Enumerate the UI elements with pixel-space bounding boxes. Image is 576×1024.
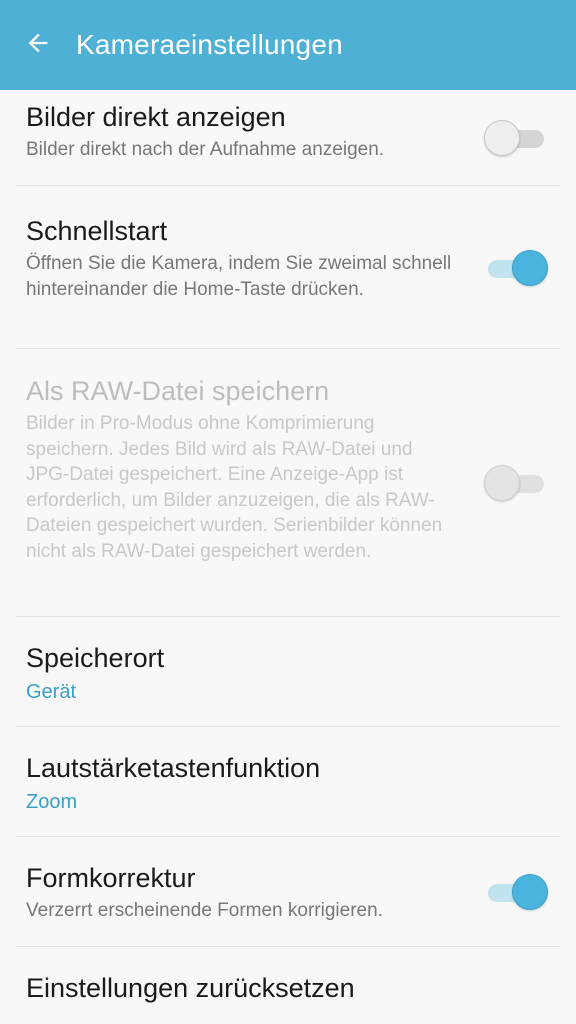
setting-title: Einstellungen zurücksetzen (26, 973, 355, 1003)
setting-description: Bilder direkt nach der Aufnahme anzeigen… (26, 139, 385, 160)
setting-value: Zoom (26, 791, 78, 813)
setting-title: Schnellstart (26, 216, 168, 246)
setting-description: Öffnen Sie die Kamera, indem Sie zweimal… (26, 253, 452, 300)
toggle-knob (484, 465, 520, 501)
setting-value: Gerät (26, 681, 77, 703)
setting-storage-location[interactable]: Speicherort Gerät (0, 617, 576, 727)
save-raw-toggle[interactable] (484, 463, 548, 503)
setting-description: Bilder in Pro-Modus ohne Komprimierung s… (26, 413, 443, 562)
setting-title: Als RAW-Datei speichern (26, 376, 330, 406)
setting-reset[interactable]: Einstellungen zurücksetzen (0, 947, 576, 1024)
show-pictures-toggle[interactable] (484, 118, 548, 158)
setting-shape-correction[interactable]: Formkorrektur Verzerrt erscheinende Form… (0, 837, 576, 947)
shape-correction-toggle[interactable] (484, 872, 548, 912)
quick-launch-toggle[interactable] (484, 248, 548, 288)
setting-title: Lautstärketastenfunktion (26, 753, 321, 783)
setting-quick-launch[interactable]: Schnellstart Öffnen Sie die Kamera, inde… (0, 186, 576, 349)
page-title: Kameraeinstellungen (76, 29, 343, 60)
setting-description: Verzerrt erscheinende Formen korrigieren… (26, 900, 383, 921)
back-button[interactable] (0, 0, 76, 90)
setting-title: Bilder direkt anzeigen (26, 102, 286, 132)
toggle-knob (512, 874, 548, 910)
app-bar: Kameraeinstellungen (0, 0, 576, 90)
setting-show-pictures[interactable]: Bilder direkt anzeigen Bilder direkt nac… (0, 90, 576, 186)
toggle-knob (512, 249, 548, 286)
setting-title: Speicherort (26, 643, 165, 673)
setting-save-raw[interactable]: Als RAW-Datei speichern Bilder in Pro-Mo… (0, 349, 576, 617)
toggle-knob (484, 120, 520, 156)
arrow-left-icon (24, 29, 52, 62)
setting-title: Formkorrektur (26, 863, 196, 893)
setting-volume-keys[interactable]: Lautstärketastenfunktion Zoom (0, 727, 576, 837)
settings-list: Bilder direkt anzeigen Bilder direkt nac… (0, 90, 576, 1024)
